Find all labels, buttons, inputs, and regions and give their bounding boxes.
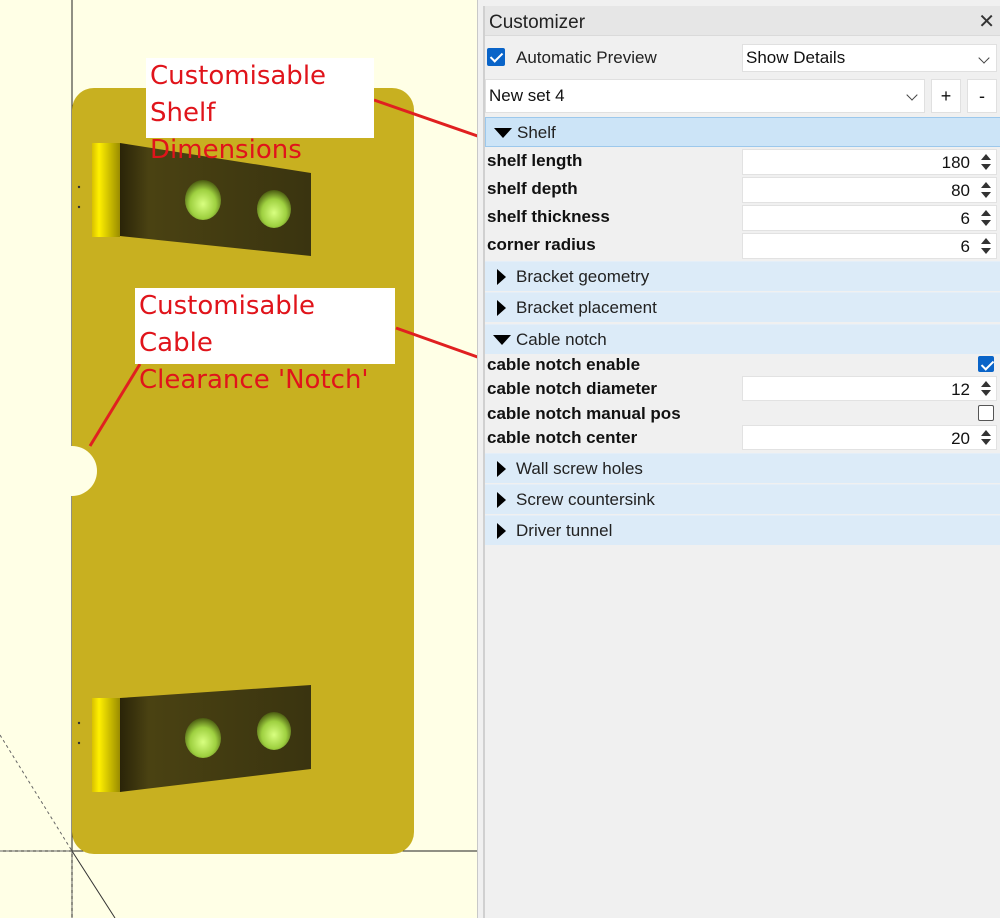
- show-details-value: Show Details: [746, 48, 846, 67]
- automatic-preview-label: Automatic Preview: [516, 48, 657, 67]
- group-label: Cable notch: [516, 330, 607, 349]
- param-label-cable-notch-manual-pos: cable notch manual pos: [487, 404, 681, 423]
- shelf-thickness-value: 6: [960, 209, 970, 228]
- chevron-down-icon: [906, 89, 918, 101]
- 3d-viewport[interactable]: Customisable Shelf Dimensions Customisab…: [0, 0, 477, 918]
- group-bracket-placement[interactable]: Bracket placement: [485, 292, 1000, 322]
- preset-value: New set 4: [489, 86, 565, 105]
- group-driver-tunnel[interactable]: Driver tunnel: [485, 515, 1000, 545]
- callout-shelf-dimensions: Customisable Shelf Dimensions: [146, 58, 374, 165]
- callout-cable-notch: Customisable Cable Clearance 'Notch': [135, 288, 395, 395]
- show-details-dropdown[interactable]: Show Details: [742, 44, 997, 72]
- cable-notch-enable-checkbox[interactable]: [978, 356, 994, 372]
- cable-notch-center-value: 20: [951, 429, 970, 448]
- axis-dashed-1: [0, 734, 73, 852]
- group-screw-countersink[interactable]: Screw countersink: [485, 484, 1000, 514]
- triangle-right-icon: [497, 461, 506, 477]
- group-bracket-geometry[interactable]: Bracket geometry: [485, 261, 1000, 291]
- param-label-corner-radius: corner radius: [487, 235, 596, 254]
- param-label-cable-notch-enable: cable notch enable: [487, 355, 641, 374]
- remove-preset-button[interactable]: -: [967, 79, 997, 113]
- spinner-arrows-icon[interactable]: [978, 234, 992, 258]
- bracket-bottom-hole-2: [257, 712, 291, 750]
- triangle-right-icon: [497, 492, 506, 508]
- triangle-down-icon: [493, 335, 511, 345]
- shelf-depth-value: 80: [951, 181, 970, 200]
- cable-notch-diameter-value: 12: [951, 380, 970, 399]
- group-label: Driver tunnel: [516, 521, 613, 540]
- spinner-arrows-icon[interactable]: [978, 150, 992, 174]
- group-shelf[interactable]: Shelf: [485, 117, 1000, 147]
- spinner-arrows-icon[interactable]: [978, 178, 992, 202]
- group-label: Bracket placement: [516, 298, 657, 317]
- corner-radius-value: 6: [960, 237, 970, 256]
- corner-radius-spinbox[interactable]: 6: [742, 233, 997, 259]
- cable-notch-manual-pos-checkbox[interactable]: [978, 405, 994, 421]
- customizer-titlebar: Customizer ✕: [485, 6, 1000, 36]
- preset-dropdown[interactable]: New set 4: [485, 79, 925, 113]
- group-label: Screw countersink: [516, 490, 655, 509]
- group-cable-notch[interactable]: Cable notch: [485, 324, 1000, 354]
- customizer-title: Customizer: [489, 12, 586, 33]
- bracket-bottom-hole-1: [185, 718, 221, 758]
- cable-notch: [47, 446, 97, 496]
- triangle-right-icon: [497, 300, 506, 316]
- triangle-right-icon: [497, 523, 506, 539]
- spinner-arrows-icon[interactable]: [978, 206, 992, 230]
- triangle-down-icon: [494, 128, 512, 138]
- group-label: Shelf: [517, 123, 556, 142]
- cable-notch-diameter-spinbox[interactable]: 12: [742, 376, 997, 401]
- bracket-top-hole-2: [257, 190, 291, 228]
- cable-notch-center-spinbox[interactable]: 20: [742, 425, 997, 450]
- customizer-panel: Customizer ✕ Automatic Preview Show Deta…: [477, 0, 1000, 918]
- bracket-top-flange: [92, 143, 120, 237]
- spinner-arrows-icon[interactable]: [978, 377, 992, 400]
- chevron-down-icon: [978, 52, 990, 64]
- param-label-shelf-length: shelf length: [487, 151, 583, 170]
- param-label-cable-notch-center: cable notch center: [487, 428, 638, 447]
- shelf-thickness-spinbox[interactable]: 6: [742, 205, 997, 231]
- group-label: Wall screw holes: [516, 459, 643, 478]
- param-label-shelf-thickness: shelf thickness: [487, 207, 610, 226]
- group-wall-screw-holes[interactable]: Wall screw holes: [485, 453, 1000, 483]
- bracket-bottom-flange: [92, 698, 120, 792]
- add-preset-button[interactable]: +: [931, 79, 961, 113]
- triangle-right-icon: [497, 269, 506, 285]
- bracket-top-hole-1: [185, 180, 221, 220]
- group-label: Bracket geometry: [516, 267, 650, 286]
- param-label-shelf-depth: shelf depth: [487, 179, 578, 198]
- axis-diagonal: [71, 850, 116, 918]
- automatic-preview-checkbox[interactable]: [487, 48, 505, 66]
- close-icon[interactable]: ✕: [978, 9, 995, 34]
- shelf-length-value: 180: [941, 153, 970, 172]
- shelf-depth-spinbox[interactable]: 80: [742, 177, 997, 203]
- shelf-length-spinbox[interactable]: 180: [742, 149, 997, 175]
- spinner-arrows-icon[interactable]: [978, 426, 992, 449]
- param-label-cable-notch-diameter: cable notch diameter: [487, 379, 658, 398]
